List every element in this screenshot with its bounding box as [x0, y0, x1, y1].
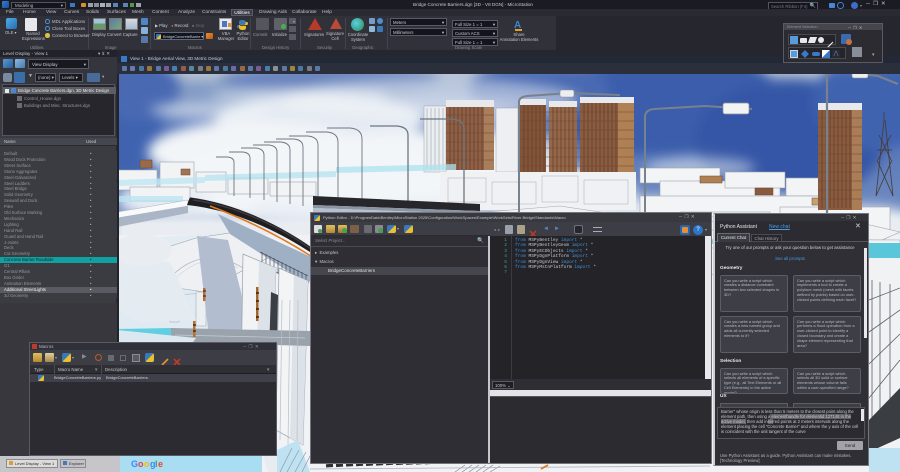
svg-text:e: e [158, 459, 163, 469]
svg-text:G: G [131, 459, 138, 469]
